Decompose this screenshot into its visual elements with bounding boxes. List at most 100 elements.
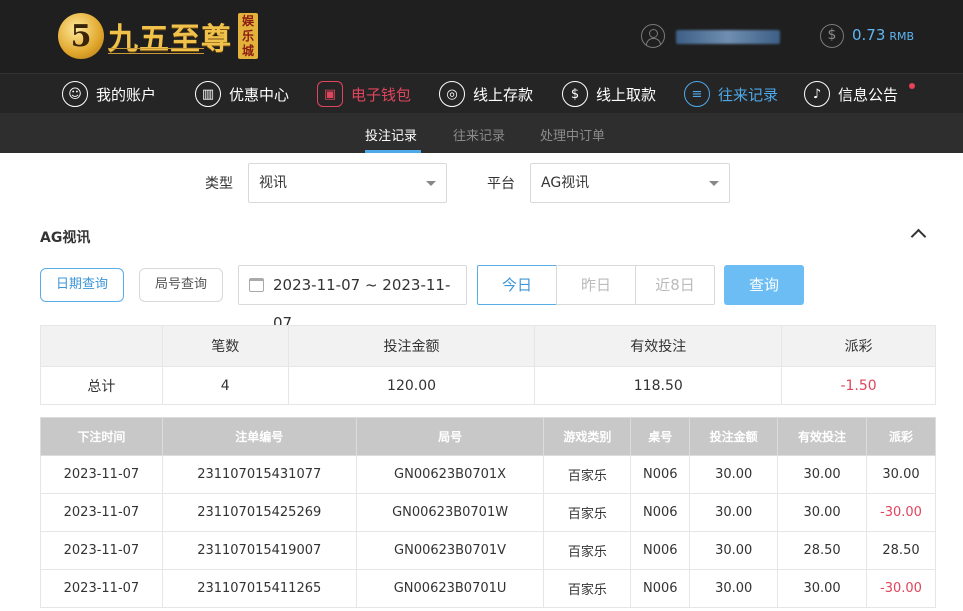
records-icon: ≡ <box>684 81 710 107</box>
table-row[interactable]: 2023-11-07 231107015425269 GN00623B0701W… <box>40 493 936 532</box>
table-cell: 30.00 <box>866 455 936 494</box>
dollar-coin-icon: $ <box>820 24 844 48</box>
nav-records[interactable]: ≡ 往来记录 <box>684 80 778 108</box>
summary-header: 笔数 <box>161 325 289 367</box>
table-cell: 百家乐 <box>543 455 632 494</box>
table-cell: 231107015431077 <box>161 455 357 494</box>
column-header: 局号 <box>355 417 545 456</box>
table-cell: 231107015419007 <box>161 531 357 570</box>
notification-dot <box>909 83 915 89</box>
column-header: 桌号 <box>630 417 691 456</box>
yesterday-button[interactable]: 昨日 <box>556 265 636 305</box>
nav-announcements[interactable]: ♪ 信息公告 <box>804 80 898 108</box>
calendar-icon <box>249 278 264 292</box>
table-cell: 30.00 <box>777 569 867 608</box>
platform-select-value: AG视讯 <box>541 175 590 191</box>
search-button[interactable]: 查询 <box>724 265 804 305</box>
summary-cell: -1.50 <box>781 366 936 405</box>
withdraw-icon: $ <box>562 81 588 107</box>
table-row[interactable]: 2023-11-07 231107015431077 GN00623B0701X… <box>40 455 936 494</box>
nav-label: 信息公告 <box>838 85 899 104</box>
summary-cell: 120.00 <box>287 366 536 405</box>
chevron-down-icon <box>426 181 436 186</box>
nav-e-wallet[interactable]: ▣ 电子钱包 <box>317 80 411 108</box>
table-cell: -30.00 <box>866 493 936 532</box>
top-header: 5 九五至尊 娱乐城 $ 0.73 RMB <box>0 0 963 73</box>
table-cell: N006 <box>630 493 691 532</box>
last-8-days-button[interactable]: 近8日 <box>635 265 715 305</box>
chevron-down-icon <box>709 181 719 186</box>
round-query-button[interactable]: 局号查询 <box>139 268 223 302</box>
column-header: 派彩 <box>866 417 936 456</box>
table-cell: N006 <box>630 531 691 570</box>
table-row[interactable]: 2023-11-07 231107015411265 GN00623B0701U… <box>40 569 936 608</box>
table-cell: 30.00 <box>777 455 867 494</box>
balance-unit: RMB <box>889 30 915 43</box>
table-cell: -30.00 <box>866 569 936 608</box>
balance-display: 0.73 RMB <box>852 26 914 44</box>
bell-icon: ♪ <box>804 81 830 107</box>
tab-transactions[interactable]: 往来记录 <box>453 125 505 144</box>
table-cell: 2023-11-07 <box>40 569 163 608</box>
logo-badge: 5 <box>58 13 104 59</box>
table-cell: 30.00 <box>689 569 779 608</box>
table-cell: N006 <box>630 455 691 494</box>
table-cell: 231107015411265 <box>161 569 357 608</box>
table-cell: 2023-11-07 <box>40 531 163 570</box>
table-cell: 2023-11-07 <box>40 493 163 532</box>
nav-online-deposit[interactable]: ◎ 线上存款 <box>439 80 533 108</box>
table-cell: 30.00 <box>689 493 779 532</box>
tab-bet-records[interactable]: 投注记录 <box>365 125 417 144</box>
type-select[interactable]: 视讯 <box>248 163 447 203</box>
platform-select[interactable]: AG视讯 <box>530 163 730 203</box>
brand-logo[interactable]: 5 九五至尊 娱乐城 <box>58 8 258 64</box>
date-range-picker[interactable]: 2023-11-07 ~ 2023-11-07 <box>238 265 467 332</box>
table-cell: 30.00 <box>689 531 779 570</box>
nav-my-account[interactable]: ☺ 我的账户 <box>62 80 156 108</box>
logo-subtitle: 娱乐城 <box>238 13 258 59</box>
table-cell: 231107015425269 <box>161 493 357 532</box>
username-masked <box>676 30 780 44</box>
table-cell: 28.50 <box>777 531 867 570</box>
nav-label: 线上取款 <box>596 85 657 104</box>
table-cell: 2023-11-07 <box>40 455 163 494</box>
nav-promotions[interactable]: ▥ 优惠中心 <box>195 80 289 108</box>
type-label: 类型 <box>205 176 233 192</box>
nav-label: 往来记录 <box>718 85 779 104</box>
gift-icon: ▥ <box>195 81 221 107</box>
table-cell: GN00623B0701V <box>355 531 545 570</box>
user-icon[interactable] <box>641 24 665 48</box>
main-nav: ☺ 我的账户 ▥ 优惠中心 ▣ 电子钱包 ◎ 线上存款 $ 线上取款 ≡ 往来记录 ♪ 信息公… <box>0 73 963 113</box>
wallet-icon: ▣ <box>317 81 343 107</box>
table-cell: 30.00 <box>689 455 779 494</box>
sub-tabs: 投注记录 往来记录 处理中订单 <box>0 113 963 153</box>
today-button[interactable]: 今日 <box>477 265 557 305</box>
column-header: 注单编号 <box>161 417 357 456</box>
column-header: 下注时间 <box>40 417 163 456</box>
section-title: AG视讯 <box>40 230 91 246</box>
tab-pending-orders[interactable]: 处理中订单 <box>540 125 605 144</box>
table-cell: 百家乐 <box>543 531 632 570</box>
collapse-chevron-up-icon[interactable] <box>910 228 926 240</box>
table-cell: 28.50 <box>866 531 936 570</box>
date-query-button[interactable]: 日期查询 <box>40 268 124 302</box>
nav-label: 我的账户 <box>96 85 157 104</box>
type-select-value: 视讯 <box>259 175 287 191</box>
column-header: 有效投注 <box>777 417 867 456</box>
balance-amount: 0.73 <box>852 26 886 44</box>
table-row[interactable]: 2023-11-07 231107015419007 GN00623B0701V… <box>40 531 936 570</box>
account-icon: ☺ <box>62 81 88 107</box>
summary-header: 派彩 <box>781 325 936 367</box>
table-cell: 30.00 <box>777 493 867 532</box>
summary-header: 投注金额 <box>287 325 536 367</box>
summary-header-row: 笔数 投注金额 有效投注 派彩 <box>40 325 936 367</box>
active-tab-indicator <box>365 150 421 153</box>
summary-header <box>40 325 163 367</box>
nav-label: 线上存款 <box>473 85 534 104</box>
platform-label: 平台 <box>487 176 515 192</box>
summary-cell: 总计 <box>40 366 163 405</box>
logo-ornament <box>108 48 204 54</box>
nav-online-withdraw[interactable]: $ 线上取款 <box>562 80 656 108</box>
nav-label: 优惠中心 <box>229 85 290 104</box>
column-header: 游戏类别 <box>543 417 632 456</box>
